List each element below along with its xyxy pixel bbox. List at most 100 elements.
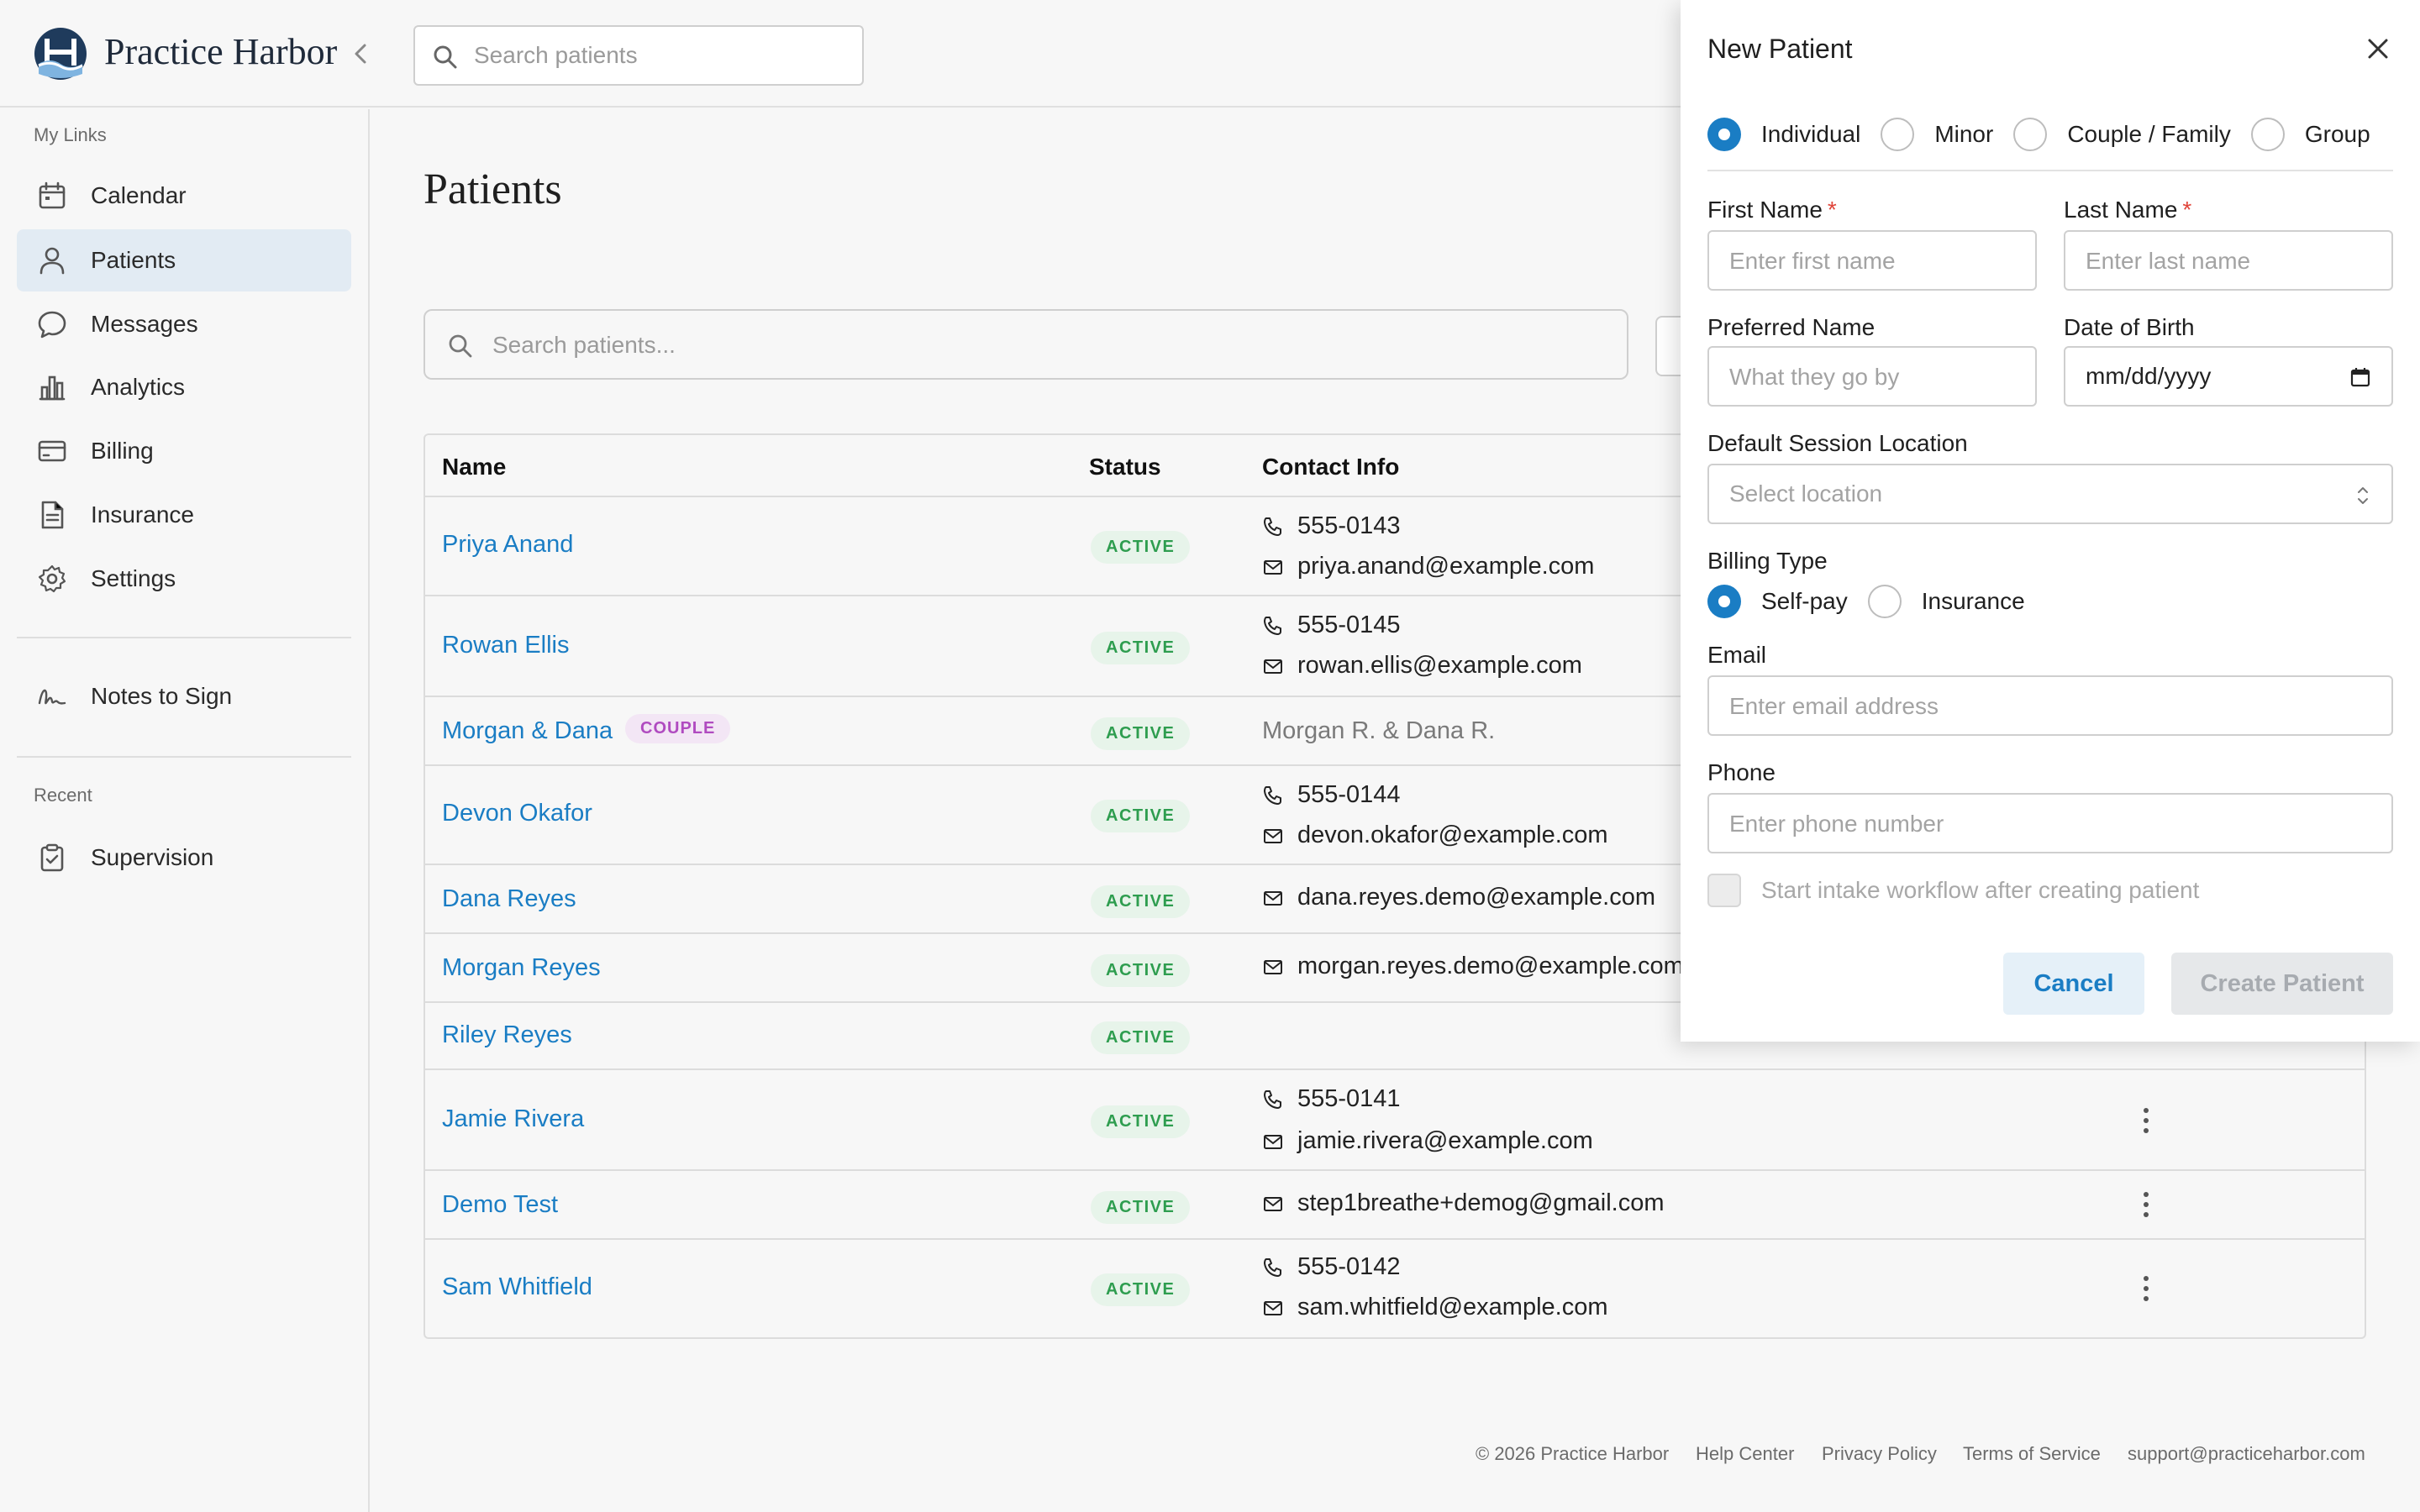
phone-text: 555-0143 [1297, 512, 1401, 539]
create-patient-button[interactable]: Create Patient [2171, 953, 2393, 1015]
radio-label-insurance[interactable]: Insurance [1922, 588, 2025, 615]
sidebar-item-insurance[interactable]: Insurance [17, 484, 351, 546]
patient-name-link[interactable]: Sam Whitfield [442, 1273, 592, 1301]
radio-label-couple-family[interactable]: Couple / Family [2067, 121, 2231, 148]
dob-field[interactable]: mm/dd/yyyy [2064, 346, 2393, 407]
column-header-name[interactable]: Name [442, 454, 506, 480]
radio-label-minor[interactable]: Minor [1934, 121, 1993, 148]
table-row[interactable]: Demo Test ACTIVE step1breathe+demog@gmai… [425, 1169, 2365, 1238]
radio-couple-family[interactable] [2013, 118, 2048, 151]
first-name-field[interactable] [1707, 230, 2037, 291]
radio-label-self-pay[interactable]: Self-pay [1761, 588, 1848, 615]
sidebar-item-settings[interactable]: Settings [17, 548, 351, 610]
patient-name-link[interactable]: Jamie Rivera [442, 1105, 584, 1133]
panel-title: New Patient [1707, 34, 1853, 64]
radio-label-individual[interactable]: Individual [1761, 121, 1860, 148]
couple-badge: COUPLE [625, 714, 731, 743]
sidebar-item-notes-to-sign[interactable]: Notes to Sign [17, 665, 351, 727]
sidebar-item-billing[interactable]: Billing [17, 420, 351, 482]
sidebar: My Links Calendar Patients Messages Anal… [0, 109, 370, 1512]
location-select-value: Select location [1729, 480, 1883, 507]
radio-individual[interactable] [1707, 118, 1741, 151]
cancel-button[interactable]: Cancel [2003, 953, 2144, 1015]
patient-search[interactable] [424, 309, 1628, 380]
email-text: priya.anand@example.com [1297, 553, 1595, 580]
gear-icon [35, 562, 69, 596]
patient-name-link[interactable]: Demo Test [442, 1191, 558, 1219]
sidebar-item-patients[interactable]: Patients [17, 229, 351, 291]
intake-workflow-checkbox[interactable] [1707, 874, 1741, 907]
contact-phone: 555-0145 [1262, 612, 1401, 639]
search-icon [432, 44, 459, 71]
close-icon[interactable] [2365, 35, 2391, 62]
required-mark: * [1827, 197, 1837, 223]
email-input[interactable] [1729, 689, 2371, 724]
patient-name-link[interactable]: Devon Okafor [442, 800, 592, 827]
preferred-name-input[interactable] [1729, 360, 2015, 395]
last-name-field[interactable] [2064, 230, 2393, 291]
status-badge: ACTIVE [1091, 531, 1191, 564]
email-field[interactable] [1707, 675, 2393, 736]
preferred-name-field[interactable] [1707, 346, 2037, 407]
calendar-picker-icon[interactable] [2349, 366, 2371, 388]
chevron-up-down-icon [2354, 484, 2371, 507]
patient-name-link[interactable]: Priya Anand [442, 531, 573, 559]
status-badge: ACTIVE [1091, 1021, 1191, 1054]
footer-help-link[interactable]: Help Center [1696, 1443, 1794, 1465]
sidebar-item-calendar[interactable]: Calendar [17, 165, 351, 227]
sidebar-divider [17, 756, 351, 758]
row-actions-kebab-icon[interactable] [2138, 1272, 2154, 1305]
new-patient-panel: New Patient Individual Minor Couple / Fa… [1681, 0, 2420, 1042]
phone-icon [1262, 1257, 1286, 1278]
radio-label-group[interactable]: Group [2305, 121, 2370, 148]
sidebar-item-label: Analytics [91, 374, 186, 400]
patient-name-link[interactable]: Morgan Reyes [442, 954, 601, 982]
section-label-recent: Recent [34, 785, 92, 806]
phone-icon [1262, 615, 1286, 637]
email-text: step1breathe+demog@gmail.com [1297, 1189, 1665, 1216]
footer-privacy-link[interactable]: Privacy Policy [1822, 1443, 1937, 1465]
footer-copyright: © 2026 Practice Harbor [1476, 1443, 1670, 1464]
patient-search-input[interactable] [492, 328, 1585, 363]
footer-support-link[interactable]: support@practiceharbor.com [2128, 1443, 2365, 1465]
column-header-status[interactable]: Status [1089, 454, 1161, 480]
global-search[interactable] [413, 25, 864, 86]
envelope-icon [1262, 655, 1286, 677]
intake-workflow-label[interactable]: Start intake workflow after creating pat… [1761, 877, 2199, 904]
footer-terms-link[interactable]: Terms of Service [1963, 1443, 2101, 1465]
sidebar-item-label: Notes to Sign [91, 683, 233, 709]
location-select[interactable]: Select location [1707, 464, 2393, 524]
patient-name-link[interactable]: Rowan Ellis [442, 632, 570, 659]
sidebar-item-analytics[interactable]: Analytics [17, 356, 351, 418]
sidebar-item-messages[interactable]: Messages [17, 293, 351, 355]
row-actions-kebab-icon[interactable] [2138, 1188, 2154, 1221]
phone-text: 555-0142 [1297, 1253, 1401, 1280]
row-actions-kebab-icon[interactable] [2138, 1104, 2154, 1137]
sidebar-item-supervision[interactable]: Supervision [17, 827, 351, 889]
radio-self-pay[interactable] [1707, 585, 1741, 618]
person-icon [35, 244, 69, 277]
phone-text: 555-0144 [1297, 781, 1401, 808]
first-name-input[interactable] [1729, 244, 2015, 279]
global-search-input[interactable] [474, 39, 844, 72]
envelope-icon [1262, 1297, 1286, 1319]
phone-field[interactable] [1707, 793, 2393, 853]
patient-name-link[interactable]: Dana Reyes [442, 885, 576, 913]
phone-input[interactable] [1729, 806, 2371, 842]
phone-label: Phone [1707, 759, 1776, 785]
sidebar-item-label: Calendar [91, 182, 187, 208]
contact-email: dana.reyes.demo@example.com [1262, 884, 1655, 911]
email-text: dana.reyes.demo@example.com [1297, 884, 1655, 911]
collapse-sidebar-chevron-icon[interactable] [350, 40, 373, 67]
table-row[interactable]: Jamie Rivera ACTIVE 555-0141 jamie.river… [425, 1068, 2365, 1169]
patient-name-link[interactable]: Riley Reyes [442, 1021, 572, 1049]
contact-phone: 555-0142 [1262, 1253, 1401, 1281]
brand-logo-icon[interactable] [34, 27, 87, 81]
radio-insurance[interactable] [1867, 585, 1902, 618]
status-badge: ACTIVE [1091, 800, 1191, 832]
last-name-input[interactable] [2086, 244, 2371, 279]
table-row[interactable]: Sam Whitfield ACTIVE 555-0142 sam.whitfi… [425, 1238, 2365, 1337]
radio-minor[interactable] [1881, 118, 1915, 151]
radio-group[interactable] [2250, 118, 2285, 151]
patient-name-link[interactable]: Morgan & Dana [442, 717, 613, 745]
